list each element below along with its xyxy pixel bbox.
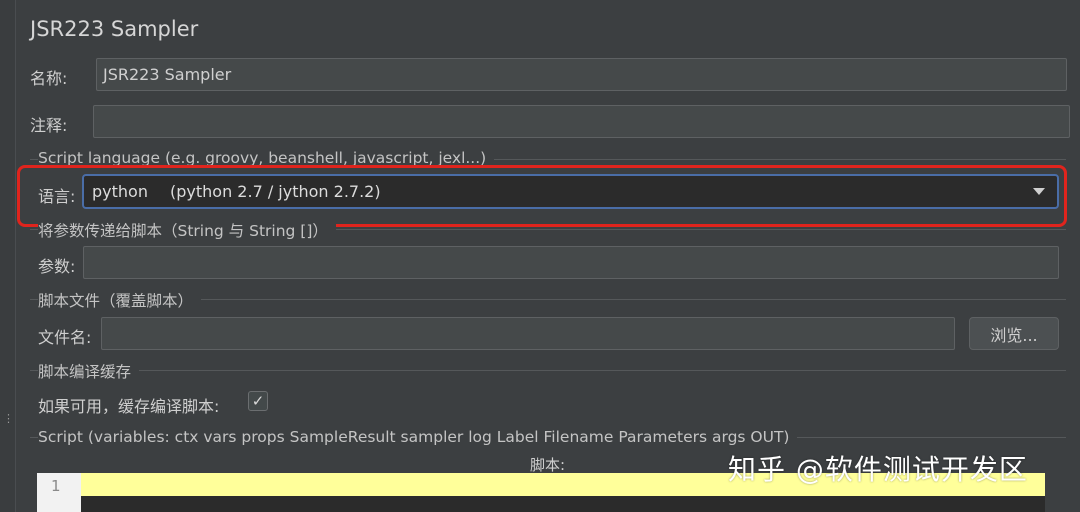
line-number-gutter: 1	[37, 473, 81, 512]
name-input-value: JSR223 Sampler	[103, 65, 232, 84]
cache-checkbox[interactable]: ✓	[248, 391, 268, 411]
cache-label: 如果可用，缓存编译脚本:	[38, 397, 220, 416]
script-editor-label: 脚本:	[530, 456, 566, 474]
watermark: 知乎 @软件测试开发区	[728, 453, 1028, 486]
page-title: JSR223 Sampler	[30, 17, 199, 41]
script-file-group-title: 脚本文件（覆盖脚本）	[38, 289, 202, 311]
comment-input[interactable]	[93, 105, 1070, 138]
filename-input[interactable]	[101, 317, 955, 350]
cache-group-border	[30, 370, 1066, 371]
cache-group-title: 脚本编译缓存	[38, 360, 140, 382]
name-input[interactable]: JSR223 Sampler	[96, 58, 1067, 91]
params-label: 参数:	[38, 257, 76, 276]
filename-label: 文件名:	[38, 328, 92, 347]
params-input[interactable]	[83, 246, 1059, 279]
name-label: 名称:	[30, 69, 68, 88]
browse-button[interactable]: 浏览...	[969, 317, 1059, 350]
comment-label: 注释:	[30, 116, 68, 135]
drag-handle-icon[interactable]: ⋮	[3, 413, 14, 438]
params-group-title: 将参数传递给脚本（String 与 String []）	[38, 219, 336, 241]
annotation-highlight-box	[17, 165, 1067, 227]
script-group-title: Script (variables: ctx vars props Sample…	[38, 428, 798, 446]
